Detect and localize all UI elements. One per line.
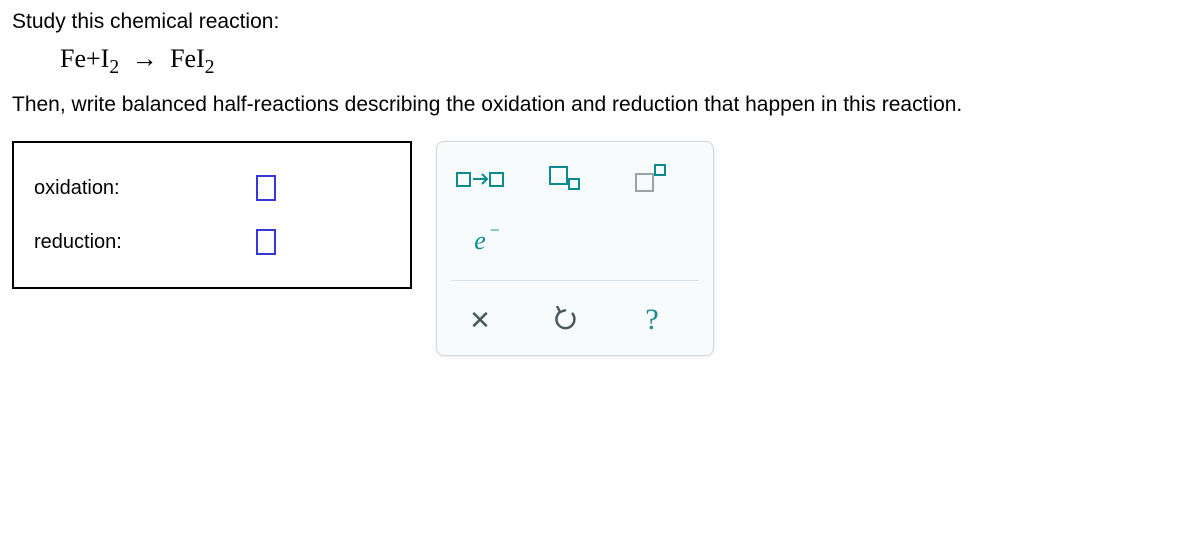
undo-button[interactable] [537,296,595,344]
subscript-icon [546,163,586,195]
help-icon: ? [645,303,658,337]
palette-separator [451,280,699,281]
help-button[interactable]: ? [623,296,681,344]
yields-icon [455,167,505,191]
reaction-arrow: → [132,44,158,73]
instruction-text: Then, write balanced half-reactions desc… [12,93,1188,117]
undo-icon [552,306,580,334]
symbol-palette: e− ✕ ? [436,141,714,356]
product-sub: 2 [205,57,215,78]
answer-box: oxidation: reduction: [12,141,412,289]
electron-button[interactable]: e− [451,217,509,265]
yields-arrow-button[interactable] [451,155,509,203]
superscript-icon [632,163,672,195]
clear-button[interactable]: ✕ [451,296,509,344]
reactant-i-sub: 2 [109,57,119,78]
reactant-fe: Fe [60,44,86,73]
palette-row-2: e− [451,216,699,266]
prompt-text: Study this chemical reaction: [12,10,1188,34]
palette-row-controls: ✕ ? [451,295,699,345]
subscript-button[interactable] [537,155,595,203]
oxidation-row: oxidation: [34,161,386,215]
close-icon: ✕ [469,305,491,336]
superscript-button[interactable] [623,155,681,203]
electron-icon: e− [474,226,486,256]
work-area: oxidation: reduction: [12,141,1188,356]
oxidation-label: oxidation: [34,177,120,200]
reduction-row: reduction: [34,215,386,269]
reduction-input[interactable] [256,229,276,255]
palette-row-1 [451,154,699,204]
product-fei: FeI [170,44,205,73]
plus-sign: + [86,44,101,73]
oxidation-input[interactable] [256,175,276,201]
reduction-label: reduction: [34,231,122,254]
chemical-equation: Fe+I2 → FeI2 [60,44,1188,79]
